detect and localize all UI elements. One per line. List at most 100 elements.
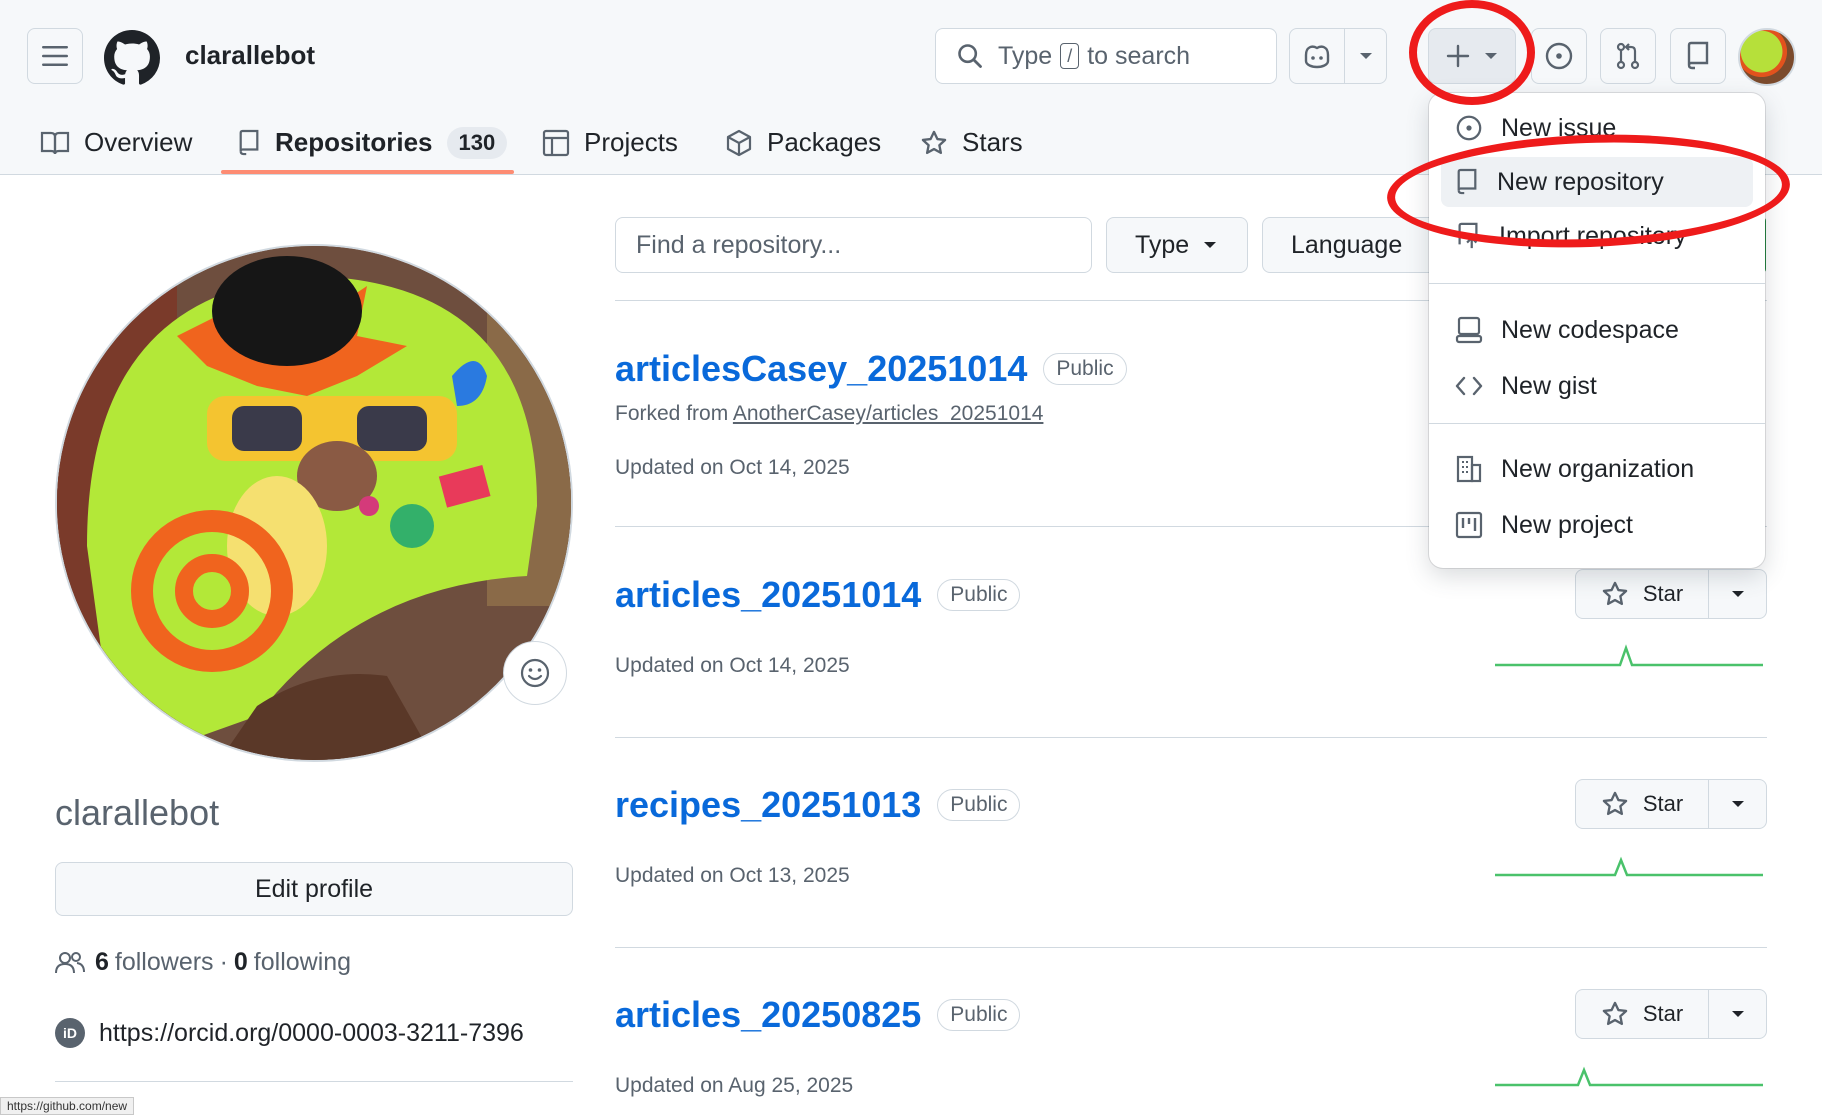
- repositories-quick-button[interactable]: [1670, 28, 1726, 84]
- visibility-badge: Public: [937, 579, 1021, 611]
- menu-item-label: New organization: [1501, 454, 1695, 483]
- chevron-down-icon: [1731, 801, 1744, 807]
- menu-item-new-project[interactable]: New project: [1441, 500, 1753, 550]
- issue-opened-icon: [1456, 115, 1482, 141]
- tab-stars[interactable]: Stars: [920, 110, 1023, 175]
- set-status-button[interactable]: [503, 641, 567, 705]
- repo-icon: [1457, 168, 1477, 195]
- book-icon: [40, 131, 70, 154]
- tab-label: Overview: [84, 127, 193, 157]
- edit-profile-button[interactable]: Edit profile: [55, 862, 573, 916]
- menu-item-import-repository[interactable]: Import repository: [1441, 211, 1753, 261]
- star-icon: [1602, 581, 1628, 606]
- orcid-icon: iD: [55, 1018, 85, 1048]
- star-button-group[interactable]: Star: [1575, 569, 1767, 619]
- star-icon: [1602, 791, 1628, 816]
- search-suffix-text: to search: [1087, 41, 1191, 70]
- repo-list-divider: [615, 947, 1767, 948]
- forked-from-link[interactable]: AnotherCasey/articles_20251014: [733, 402, 1044, 425]
- star-button[interactable]: Star: [1576, 570, 1709, 618]
- repositories-count-badge: 130: [446, 126, 508, 159]
- menu-separator: [1429, 423, 1765, 424]
- chevron-down-icon[interactable]: [1359, 51, 1373, 61]
- star-button[interactable]: Star: [1576, 990, 1709, 1038]
- code-icon: [1455, 376, 1483, 396]
- menu-item-label: New project: [1501, 510, 1633, 539]
- activity-sparkline: [1495, 644, 1763, 667]
- menu-item-label: New codespace: [1501, 315, 1679, 344]
- star-button-group[interactable]: Star: [1575, 779, 1767, 829]
- search-prefix-text: Type: [998, 41, 1053, 70]
- chevron-down-icon: [1731, 1011, 1744, 1017]
- forked-prefix: Forked from: [615, 402, 729, 425]
- create-new-menu: New issue New repository Import reposito…: [1429, 93, 1765, 568]
- active-tab-underline: [221, 170, 514, 174]
- project-icon: [1455, 511, 1483, 539]
- find-repository-input[interactable]: [615, 217, 1092, 273]
- visibility-badge: Public: [937, 999, 1021, 1031]
- following-label[interactable]: following: [254, 948, 351, 977]
- sidebar-divider: [55, 1081, 573, 1082]
- tab-packages[interactable]: Packages: [725, 110, 881, 175]
- repo-name-link[interactable]: articlesCasey_20251014: [615, 348, 1027, 390]
- tab-repositories[interactable]: Repositories 130: [237, 110, 508, 175]
- table-icon: [542, 129, 570, 156]
- copilot-button[interactable]: [1289, 28, 1387, 84]
- pull-requests-button[interactable]: [1600, 28, 1656, 84]
- menu-item-new-organization[interactable]: New organization: [1441, 444, 1753, 494]
- menu-item-label: New repository: [1497, 167, 1664, 196]
- repo-name-link[interactable]: articles_20250825: [615, 994, 921, 1036]
- menu-item-new-codespace[interactable]: New codespace: [1441, 305, 1753, 355]
- menu-separator: [1429, 283, 1765, 284]
- hamburger-menu-button[interactable]: [27, 28, 83, 84]
- menu-item-new-gist[interactable]: New gist: [1441, 361, 1753, 411]
- visibility-badge: Public: [937, 789, 1021, 821]
- star-label: Star: [1642, 1001, 1684, 1026]
- github-logo-icon[interactable]: [104, 30, 160, 86]
- follow-separator: ·: [219, 948, 228, 976]
- header-username[interactable]: clarallebot: [185, 40, 315, 71]
- repo-push-icon: [1458, 222, 1478, 249]
- orcid-link[interactable]: iD https://orcid.org/0000-0003-3211-7396: [55, 1018, 524, 1048]
- profile-avatar[interactable]: [55, 244, 573, 762]
- search-icon: [958, 44, 982, 68]
- menu-item-label: New gist: [1501, 371, 1597, 400]
- language-filter-button[interactable]: Language: [1262, 217, 1442, 273]
- activity-sparkline: [1495, 856, 1763, 877]
- following-count[interactable]: 0: [234, 948, 248, 977]
- star-list-dropdown[interactable]: [1709, 799, 1766, 809]
- chevron-down-icon: [1731, 591, 1744, 597]
- orcid-url[interactable]: https://orcid.org/0000-0003-3211-7396: [99, 1019, 524, 1048]
- profile-photo-image: [57, 246, 571, 760]
- smiley-icon: [520, 658, 550, 688]
- visibility-badge: Public: [1043, 353, 1127, 385]
- tab-projects[interactable]: Projects: [542, 110, 678, 175]
- tab-overview[interactable]: Overview: [40, 110, 192, 175]
- followers-count[interactable]: 6: [95, 948, 109, 977]
- issue-opened-icon: [1545, 42, 1573, 70]
- type-filter-label: Type: [1135, 230, 1190, 259]
- user-avatar[interactable]: [1738, 28, 1796, 86]
- star-label: Star: [1642, 791, 1684, 816]
- menu-item-label: Import repository: [1499, 221, 1687, 250]
- create-new-button[interactable]: [1428, 28, 1516, 84]
- repo-icon: [239, 129, 259, 155]
- global-search-input[interactable]: Type / to search: [935, 28, 1277, 84]
- star-button[interactable]: Star: [1576, 780, 1709, 828]
- chevron-down-icon: [1204, 242, 1217, 248]
- type-filter-button[interactable]: Type: [1106, 217, 1248, 273]
- issues-button[interactable]: [1531, 28, 1587, 84]
- people-icon: [55, 951, 85, 973]
- repo-name-link[interactable]: recipes_20251013: [615, 784, 921, 826]
- hamburger-icon: [42, 46, 68, 66]
- star-list-dropdown[interactable]: [1709, 589, 1766, 599]
- star-list-dropdown[interactable]: [1709, 1009, 1766, 1019]
- repo-name-link[interactable]: articles_20251014: [615, 574, 921, 616]
- star-button-group[interactable]: Star: [1575, 989, 1767, 1039]
- git-pull-request-icon: [1616, 42, 1640, 70]
- tab-label: Projects: [584, 127, 678, 157]
- browser-status-url: https://github.com/new: [0, 1097, 135, 1115]
- menu-item-new-issue[interactable]: New issue: [1441, 103, 1753, 153]
- menu-item-new-repository[interactable]: New repository: [1441, 157, 1753, 207]
- followers-label[interactable]: followers: [115, 948, 214, 977]
